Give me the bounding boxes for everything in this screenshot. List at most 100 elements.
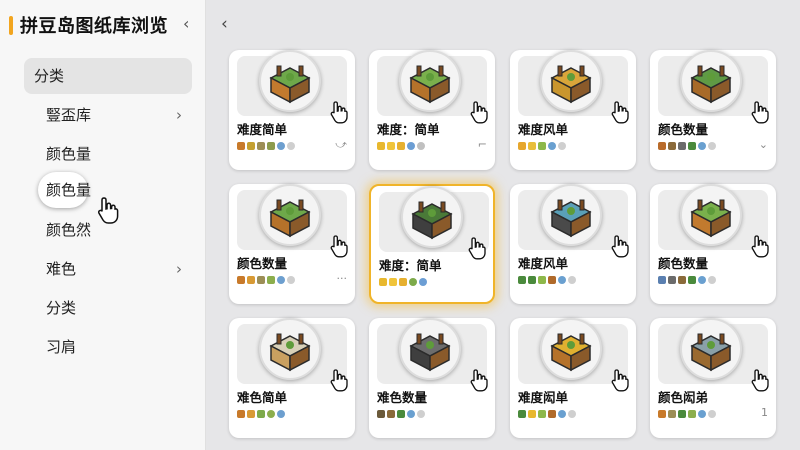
color-swatch xyxy=(538,276,546,284)
color-swatch xyxy=(377,142,385,150)
pattern-card[interactable]: 难色简单 xyxy=(229,318,355,438)
color-swatch xyxy=(528,276,536,284)
title-accent-bar xyxy=(9,16,13,35)
color-swatch xyxy=(389,278,397,286)
sidebar-item-category-2[interactable]: 分类 xyxy=(24,290,192,326)
color-swatch xyxy=(548,410,556,418)
color-swatches xyxy=(518,142,566,152)
collapse-sidebar-icon[interactable]: ‹ xyxy=(183,14,189,33)
pattern-house-icon xyxy=(690,65,732,104)
sidebar-item-practice[interactable]: 习肩 xyxy=(24,329,192,365)
color-swatch xyxy=(237,410,245,418)
sidebar-item-label: 颜色然 xyxy=(46,221,92,239)
chevron-right-icon: › xyxy=(176,260,182,278)
sidebar-item-label: 分类 xyxy=(46,299,77,317)
pattern-card[interactable]: 难度简单 ⤻ xyxy=(229,50,355,170)
sidebar-item-label: 豎盃库 xyxy=(46,106,92,124)
color-swatch xyxy=(688,276,696,284)
color-swatches xyxy=(237,410,285,420)
color-swatch xyxy=(277,142,285,150)
color-swatches xyxy=(658,142,716,152)
color-swatch xyxy=(417,142,425,150)
color-swatch xyxy=(528,410,536,418)
card-title: 难色数量 xyxy=(377,390,428,405)
color-swatch xyxy=(287,276,295,284)
pattern-card[interactable]: 颜色闳弟 1 xyxy=(650,318,776,438)
pattern-house-icon xyxy=(269,333,311,372)
color-swatch xyxy=(538,410,546,418)
pattern-card[interactable]: 难度：简单 xyxy=(369,184,495,304)
hand-cursor-icon xyxy=(751,369,769,392)
color-swatch xyxy=(407,410,415,418)
card-meta-icon: ⌄ xyxy=(758,138,768,151)
hand-cursor-icon xyxy=(330,235,348,258)
sidebar-item-label: 分类 xyxy=(34,67,65,85)
color-swatch xyxy=(558,410,566,418)
pattern-card[interactable]: 颜色数量 xyxy=(650,184,776,304)
color-swatches xyxy=(518,276,576,286)
sidebar-item-label: 颜色量 xyxy=(46,181,92,199)
color-swatches xyxy=(658,410,716,420)
color-swatch xyxy=(518,410,526,418)
pattern-card[interactable]: 难度：简单 ⌐ xyxy=(369,50,495,170)
sidebar-item-label: 习肩 xyxy=(46,338,77,356)
color-swatch xyxy=(257,142,265,150)
hand-cursor-icon xyxy=(330,101,348,124)
color-swatch xyxy=(257,410,265,418)
pattern-card[interactable]: 难度风单 xyxy=(510,184,636,304)
color-swatch xyxy=(538,142,546,150)
sidebar-item-library[interactable]: 豎盃库 › xyxy=(24,97,192,133)
pattern-card[interactable]: 颜色数量 ⌄ xyxy=(650,50,776,170)
color-swatch xyxy=(668,410,676,418)
back-chevron-icon[interactable]: ‹ xyxy=(221,14,228,34)
pattern-house-icon xyxy=(269,199,311,238)
color-swatch xyxy=(668,276,676,284)
pattern-house-icon xyxy=(409,65,451,104)
card-title: 难度：简单 xyxy=(377,122,440,137)
color-swatch xyxy=(407,142,415,150)
sidebar-item-color-count[interactable]: 颜色量 xyxy=(24,136,192,172)
color-swatch xyxy=(267,410,275,418)
color-swatch xyxy=(668,142,676,150)
card-title: 难度风单 xyxy=(518,256,569,271)
hand-cursor-icon xyxy=(611,369,629,392)
color-swatch xyxy=(417,410,425,418)
card-title: 颜色闳弟 xyxy=(658,390,709,405)
hand-cursor-icon xyxy=(470,369,488,392)
sidebar-header: 拼豆岛图纸库浏览 ‹ xyxy=(0,0,206,50)
pattern-house-icon xyxy=(409,333,451,372)
pattern-card[interactable]: 难度闳单 xyxy=(510,318,636,438)
color-swatch xyxy=(708,276,716,284)
hand-cursor-icon xyxy=(611,235,629,258)
color-swatch xyxy=(528,142,536,150)
hand-cursor-icon xyxy=(751,101,769,124)
sidebar: 拼豆岛图纸库浏览 ‹ 分类 豎盃库 › 颜色量 颜色量 颜色然 难色 › 分类 … xyxy=(0,0,206,450)
color-swatch xyxy=(267,276,275,284)
hand-cursor-icon xyxy=(470,101,488,124)
pattern-gallery: ‹ 难度简单 ⤻ 难度：简单 ⌐ 难度风单 颜色数量 ⌄ 颜色数量 ··· 难度：简单 难度风单 颜色… xyxy=(207,0,800,450)
card-title: 颜色数量 xyxy=(658,122,709,137)
color-swatch xyxy=(568,410,576,418)
color-swatches xyxy=(377,142,425,152)
sidebar-item-category[interactable]: 分类 xyxy=(24,58,192,94)
card-title: 难度：简单 xyxy=(379,258,442,273)
pattern-card[interactable]: 颜色数量 ··· xyxy=(229,184,355,304)
color-swatch xyxy=(708,142,716,150)
pattern-card[interactable]: 难色数量 xyxy=(369,318,495,438)
color-swatches xyxy=(518,410,576,420)
pattern-house-icon xyxy=(550,333,592,372)
hand-cursor-icon xyxy=(751,235,769,258)
color-swatch xyxy=(387,410,395,418)
card-title: 难色简单 xyxy=(237,390,288,405)
color-swatch xyxy=(698,410,706,418)
pattern-card[interactable]: 难度风单 xyxy=(510,50,636,170)
color-swatch xyxy=(419,278,427,286)
color-swatch xyxy=(698,142,706,150)
color-swatch xyxy=(518,142,526,150)
sidebar-item-difficulty[interactable]: 难色 › xyxy=(24,251,192,287)
sidebar-item-color-natural[interactable]: 颜色然 xyxy=(24,212,192,248)
card-meta-icon: ⤻ xyxy=(335,138,347,151)
color-swatch xyxy=(678,142,686,150)
card-title: 难度简单 xyxy=(237,122,288,137)
color-swatch xyxy=(409,278,417,286)
